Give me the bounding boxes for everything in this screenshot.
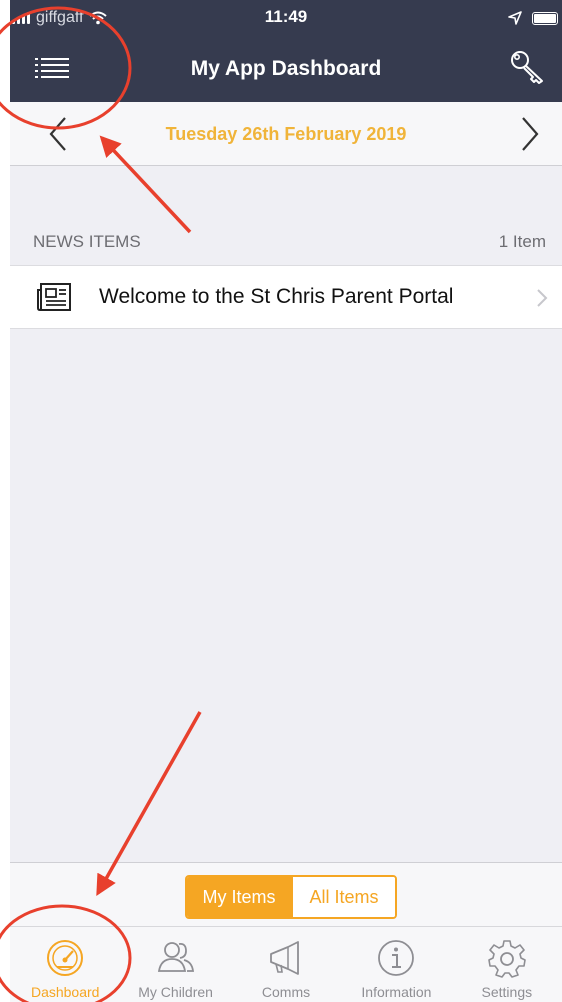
list-item[interactable]: Welcome to the St Chris Parent Portal bbox=[10, 265, 562, 329]
location-arrow-icon bbox=[508, 11, 522, 25]
key-icon bbox=[511, 51, 543, 84]
next-day-button[interactable] bbox=[508, 112, 552, 156]
tab-settings[interactable]: Settings bbox=[452, 927, 562, 1002]
chevron-right-icon bbox=[522, 117, 539, 151]
my-items-button[interactable]: My Items bbox=[187, 877, 291, 917]
date-navigator: Tuesday 26th February 2019 bbox=[10, 102, 562, 166]
items-filter-segment: My Items All Items bbox=[185, 875, 397, 919]
gear-icon bbox=[488, 940, 526, 978]
tab-label: Information bbox=[361, 984, 432, 1000]
status-time: 11:49 bbox=[264, 7, 308, 26]
speedometer-icon bbox=[47, 940, 84, 976]
news-item-title: Welcome to the St Chris Parent Portal bbox=[99, 285, 454, 308]
tab-label: Comms bbox=[261, 984, 311, 1000]
app-screen: giffgaff 11:49 My App Dashboard Tuesday … bbox=[10, 0, 562, 1002]
tab-bar: Dashboard My Children Comms Information … bbox=[10, 926, 562, 1002]
login-key-button[interactable] bbox=[508, 48, 548, 86]
tab-label: Dashboard bbox=[30, 984, 100, 1000]
tab-dashboard[interactable]: Dashboard bbox=[10, 927, 120, 1002]
people-icon bbox=[157, 942, 194, 972]
tab-label: Settings bbox=[481, 984, 533, 1000]
news-section-header: NEWS ITEMS 1 Item bbox=[10, 230, 562, 254]
chevron-right-icon bbox=[537, 289, 548, 307]
megaphone-icon bbox=[270, 941, 299, 975]
status-right bbox=[508, 8, 558, 28]
current-date: Tuesday 26th February 2019 bbox=[165, 124, 407, 144]
tab-label: My Children bbox=[138, 984, 213, 1000]
newspaper-icon bbox=[37, 283, 71, 311]
tab-comms[interactable]: Comms bbox=[231, 927, 341, 1002]
section-title: NEWS ITEMS bbox=[33, 232, 141, 251]
item-count: 1 Item bbox=[498, 232, 546, 251]
tab-information[interactable]: Information bbox=[341, 927, 451, 1002]
page-title: My App Dashboard bbox=[190, 57, 382, 80]
tab-my-children[interactable]: My Children bbox=[120, 927, 230, 1002]
info-icon bbox=[378, 940, 415, 976]
battery-icon bbox=[532, 11, 558, 25]
filter-bar: My Items All Items bbox=[10, 862, 562, 926]
all-items-button[interactable]: All Items bbox=[291, 877, 395, 917]
top-bar: giffgaff 11:49 My App Dashboard bbox=[10, 0, 562, 102]
